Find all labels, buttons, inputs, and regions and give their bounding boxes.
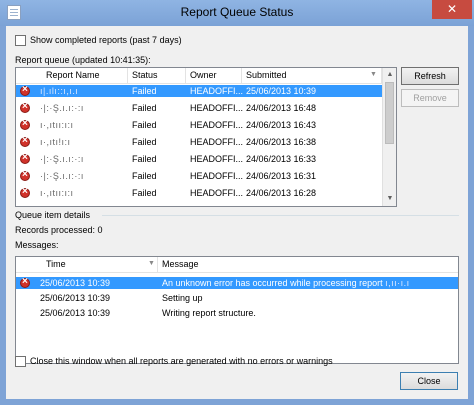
message-text-cell: Writing report structure.	[162, 307, 458, 319]
close-when-done-checkbox[interactable]	[15, 356, 26, 367]
report-name-cell: ı|.ılı::ı,ı.ı	[40, 86, 79, 96]
report-queue-scrollbar[interactable]: ▲ ▼	[382, 68, 396, 206]
report-queue-label: Report queue (updated 10:41:35):	[15, 55, 151, 65]
submitted-cell: 24/06/2013 16:33	[246, 154, 317, 164]
remove-button[interactable]: Remove	[401, 89, 459, 107]
report-name-cell: ·|:·Ş.ı.ı:·:ı	[40, 103, 84, 113]
submitted-cell: 25/06/2013 10:39	[246, 86, 317, 96]
table-row[interactable]: ı·,ıtıı:ı:ı Failed HEADOFFI...24/06/2013 1…	[16, 118, 382, 131]
sort-down-icon: ▼	[148, 260, 155, 267]
owner-cell: HEADOFFI...	[190, 188, 244, 198]
submitted-cell: 24/06/2013 16:28	[246, 188, 317, 198]
error-icon	[20, 135, 30, 147]
list-item[interactable]: 25/06/2013 10:39 An unknown error has occ…	[16, 276, 458, 289]
table-row[interactable]: ·|:·Ş.ı.ı:·:ı Failed HEADOFFI...24/06/2013…	[16, 169, 382, 182]
error-icon	[20, 84, 30, 96]
show-completed-label[interactable]: Show completed reports (past 7 days)	[30, 35, 182, 45]
queue-details-label: Queue item details	[15, 210, 91, 220]
report-queue-list[interactable]: Report Name Status Owner Submitted ▼ ı|.…	[15, 67, 397, 207]
message-text-cell: Setting up	[162, 292, 458, 304]
message-report-name: ı,ıı·ı.ı	[385, 278, 410, 288]
message-time-cell: 25/06/2013 10:39	[40, 293, 111, 303]
report-name-cell: ı·,ıtı!ı:ı	[40, 137, 71, 147]
owner-cell: HEADOFFI...	[190, 86, 244, 96]
column-header-time[interactable]: Time	[16, 257, 158, 273]
error-icon	[20, 101, 30, 113]
status-cell: Failed	[132, 86, 157, 96]
list-item[interactable]: 25/06/2013 10:39 Writing report structure…	[16, 307, 458, 319]
list-item[interactable]: 25/06/2013 10:39 Setting up	[16, 292, 458, 304]
details-separator	[102, 215, 459, 216]
column-header-submitted[interactable]: Submitted	[242, 68, 382, 84]
scroll-up-arrow-icon[interactable]: ▲	[383, 68, 396, 82]
error-icon	[20, 152, 30, 164]
scroll-thumb[interactable]	[385, 82, 394, 144]
table-row[interactable]: ·|:·Ş.ı.ı:·:ı Failed HEADOFFI...24/06/2013…	[16, 101, 382, 114]
report-name-cell: ı·,ıtıı:ı:ı	[40, 188, 74, 198]
error-icon	[20, 186, 30, 198]
owner-cell: HEADOFFI...	[190, 154, 244, 164]
message-text: Writing report structure.	[162, 308, 256, 318]
window-title: Report Queue Status	[180, 5, 294, 19]
owner-cell: HEADOFFI...	[190, 120, 244, 130]
status-cell: Failed	[132, 103, 157, 113]
dialog-body: Show completed reports (past 7 days) Rep…	[6, 26, 468, 399]
message-time-cell: 25/06/2013 10:39	[40, 308, 111, 318]
table-row[interactable]: ı·,ıtı!ı:ı Failed HEADOFFI...24/06/2013 16…	[16, 135, 382, 148]
column-header-report-name[interactable]: Report Name	[16, 68, 128, 84]
submitted-cell: 24/06/2013 16:38	[246, 137, 317, 147]
title-bar[interactable]: Report Queue Status ✕	[0, 0, 474, 26]
report-name-cell: ·|:·Ş.ı.ı:·:ı	[40, 171, 84, 181]
error-icon	[20, 276, 30, 288]
message-text: An unknown error has occurred while proc…	[162, 278, 386, 288]
messages-label: Messages:	[15, 240, 59, 250]
table-row[interactable]: ı·,ıtıı:ı:ı Failed HEADOFFI...24/06/2013 1…	[16, 186, 382, 199]
report-name-cell: ·|:·Ş.ı.ı:·:ı	[40, 154, 84, 164]
submitted-cell: 24/06/2013 16:31	[246, 171, 317, 181]
table-row[interactable]: ·|:·Ş.ı.ı:·:ı Failed HEADOFFI...24/06/2013…	[16, 152, 382, 165]
status-cell: Failed	[132, 188, 157, 198]
message-text: Setting up	[162, 293, 203, 303]
error-icon	[20, 118, 30, 130]
error-icon	[20, 169, 30, 181]
messages-list[interactable]: Time ▼ Message 25/06/2013 10:39 An unknow…	[15, 256, 459, 364]
show-completed-checkbox[interactable]	[15, 35, 26, 46]
status-cell: Failed	[132, 154, 157, 164]
report-queue-window: Report Queue Status ✕ Show completed rep…	[0, 0, 474, 405]
message-time-cell: 25/06/2013 10:39	[40, 278, 111, 288]
close-button[interactable]: Close	[400, 372, 458, 390]
column-header-message[interactable]: Message	[158, 257, 458, 273]
message-text-cell: An unknown error has occurred while proc…	[162, 277, 458, 289]
owner-cell: HEADOFFI...	[190, 103, 244, 113]
close-window-button[interactable]: ✕	[432, 0, 472, 19]
owner-cell: HEADOFFI...	[190, 171, 244, 181]
submitted-cell: 24/06/2013 16:43	[246, 120, 317, 130]
status-cell: Failed	[132, 137, 157, 147]
submitted-cell: 24/06/2013 16:48	[246, 103, 317, 113]
report-name-cell: ı·,ıtıı:ı:ı	[40, 120, 74, 130]
owner-cell: HEADOFFI...	[190, 137, 244, 147]
sort-down-icon: ▼	[370, 71, 377, 78]
close-when-done-label[interactable]: Close this window when all reports are g…	[30, 356, 333, 366]
status-cell: Failed	[132, 120, 157, 130]
table-row[interactable]: ı|.ılı::ı,ı.ı Failed HEADOFFI...25/06/2013…	[16, 84, 382, 97]
status-cell: Failed	[132, 171, 157, 181]
column-header-status[interactable]: Status	[128, 68, 186, 84]
scroll-down-arrow-icon[interactable]: ▼	[383, 192, 396, 206]
column-header-owner[interactable]: Owner	[186, 68, 242, 84]
refresh-button[interactable]: Refresh	[401, 67, 459, 85]
records-processed-label: Records processed: 0	[15, 225, 103, 235]
